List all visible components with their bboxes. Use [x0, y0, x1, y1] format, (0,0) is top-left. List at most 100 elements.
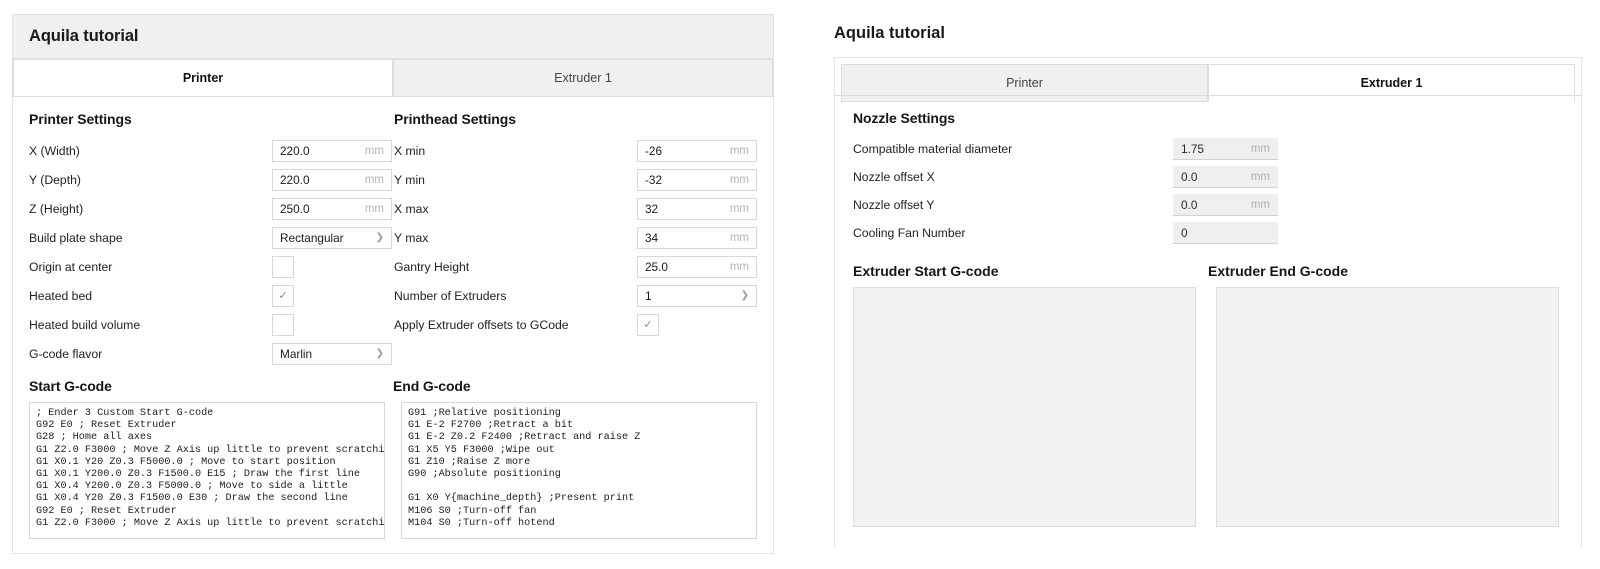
printer-settings-panel-right: Aquila tutorial Printer Extruder 1 Nozzl… [816, 12, 1586, 558]
select-build-plate-shape-value: Rectangular [280, 230, 344, 245]
printhead-settings-column: Printhead Settings X min -26 mm Y min -3… [394, 111, 757, 368]
row-origin-at-center: Origin at center [29, 252, 392, 281]
label-gcode-flavor: G-code flavor [29, 346, 103, 361]
label-compatible-material-diameter: Compatible material diameter [853, 142, 1013, 156]
input-cooling-fan-number[interactable]: 0 [1173, 222, 1278, 244]
page-title: Aquila tutorial [29, 27, 139, 45]
row-x-min: X min -26 mm [394, 136, 757, 165]
row-y-max: Y max 34 mm [394, 223, 757, 252]
tab-printer-label: Printer [182, 71, 224, 85]
extruder-end-gcode-heading: Extruder End G-code [1208, 263, 1349, 279]
right-tabbar: Printer Extruder 1 [835, 58, 1581, 102]
input-x-min[interactable]: -26 mm [637, 139, 757, 162]
checkbox-origin-at-center[interactable] [272, 255, 294, 278]
select-number-of-extruders[interactable]: 1 ❯ [637, 284, 757, 307]
heated-bed-control: ✓ [272, 284, 392, 307]
select-number-of-extruders-value: 1 [645, 288, 652, 303]
extruder-start-gcode-textarea[interactable] [853, 287, 1196, 527]
unit-y-max: mm [729, 231, 749, 244]
input-z-height[interactable]: 250.0 mm [272, 197, 392, 220]
unit-nozzle-offset-x: mm [1250, 170, 1270, 183]
printhead-settings-heading: Printhead Settings [394, 111, 516, 127]
right-tab-printer-label: Printer [1006, 76, 1043, 90]
tab-extruder-1-label: Extruder 1 [554, 71, 612, 85]
label-y-min: Y min [394, 172, 425, 187]
input-y-max[interactable]: 34 mm [637, 226, 757, 249]
unit-y-min: mm [729, 173, 749, 186]
right-tab-extruder-1-label: Extruder 1 [1360, 76, 1423, 90]
label-heated-build-volume: Heated build volume [29, 317, 141, 332]
row-gantry-height: Gantry Height 25.0 mm [394, 252, 757, 281]
row-apply-extruder-offsets: Apply Extruder offsets to GCode ✓ [394, 310, 757, 339]
tab-printer[interactable]: Printer [13, 59, 393, 97]
left-panel-header: Aquila tutorial [13, 15, 773, 59]
label-gantry-height: Gantry Height [394, 259, 470, 274]
row-number-of-extruders: Number of Extruders 1 ❯ [394, 281, 757, 310]
input-x-width[interactable]: 220.0 mm [272, 139, 392, 162]
settings-columns: Printer Settings X (Width) 220.0 mm Y (D… [13, 97, 773, 368]
row-y-depth: Y (Depth) 220.0 mm [29, 165, 392, 194]
input-y-min[interactable]: -32 mm [637, 168, 757, 191]
unit-gantry-height: mm [729, 260, 749, 273]
input-y-depth-value: 220.0 [280, 172, 310, 187]
label-origin-at-center: Origin at center [29, 259, 113, 274]
extruder-gcode-headings: Extruder Start G-code Extruder End G-cod… [835, 247, 1581, 279]
extruder-end-gcode-textarea[interactable] [1216, 287, 1559, 527]
label-cooling-fan-number: Cooling Fan Number [853, 226, 966, 240]
input-x-max-value: 32 [645, 201, 659, 216]
input-nozzle-offset-x-value: 0.0 [1181, 169, 1198, 184]
label-nozzle-offset-x: Nozzle offset X [853, 170, 935, 184]
end-gcode-heading: End G-code [393, 378, 471, 394]
label-heated-bed: Heated bed [29, 288, 93, 303]
input-x-max[interactable]: 32 mm [637, 197, 757, 220]
unit-z-height: mm [364, 202, 384, 215]
select-gcode-flavor[interactable]: Marlin ❯ [272, 342, 392, 365]
select-gcode-flavor-value: Marlin [280, 346, 313, 361]
input-compatible-material-diameter-value: 1.75 [1181, 141, 1204, 156]
input-x-width-value: 220.0 [280, 143, 310, 158]
printer-settings-heading: Printer Settings [29, 111, 132, 127]
right-panel-body: Printer Extruder 1 Nozzle Settings Compa… [834, 57, 1582, 547]
end-gcode-textarea[interactable]: G91 ;Relative positioning G1 E-2 F2700 ;… [401, 402, 757, 539]
nozzle-settings-heading: Nozzle Settings [853, 110, 955, 126]
row-y-min: Y min -32 mm [394, 165, 757, 194]
unit-x-min: mm [729, 144, 749, 157]
input-nozzle-offset-x[interactable]: 0.0 mm [1173, 166, 1278, 188]
input-gantry-height[interactable]: 25.0 mm [637, 255, 757, 278]
left-tabbar: Printer Extruder 1 [13, 59, 773, 97]
app-root: Aquila tutorial Printer Extruder 1 Print… [0, 0, 1600, 569]
checkbox-heated-build-volume[interactable] [272, 313, 294, 336]
chevron-down-icon: ❯ [375, 347, 384, 359]
unit-x-width: mm [364, 144, 384, 157]
unit-y-depth: mm [364, 173, 384, 186]
input-nozzle-offset-y[interactable]: 0.0 mm [1173, 194, 1278, 216]
input-y-depth[interactable]: 220.0 mm [272, 168, 392, 191]
extruder-start-gcode-heading: Extruder Start G-code [853, 263, 999, 279]
checkbox-heated-bed[interactable]: ✓ [272, 284, 294, 307]
nozzle-settings-section: Nozzle Settings Compatible material diam… [835, 96, 1581, 247]
row-x-width: X (Width) 220.0 mm [29, 136, 392, 165]
printer-settings-panel-left: Aquila tutorial Printer Extruder 1 Print… [12, 14, 774, 554]
unit-nozzle-offset-y: mm [1250, 198, 1270, 211]
input-z-height-value: 250.0 [280, 201, 310, 216]
checkbox-apply-extruder-offsets[interactable]: ✓ [637, 313, 659, 336]
input-x-min-value: -26 [645, 143, 663, 158]
right-page-title: Aquila tutorial [834, 24, 945, 42]
right-tab-content: Nozzle Settings Compatible material diam… [835, 95, 1581, 527]
input-cooling-fan-number-value: 0 [1181, 225, 1188, 240]
row-heated-bed: Heated bed ✓ [29, 281, 392, 310]
input-compatible-material-diameter[interactable]: 1.75 mm [1173, 138, 1278, 160]
row-compatible-material-diameter: Compatible material diameter 1.75 mm [853, 135, 1563, 163]
select-build-plate-shape[interactable]: Rectangular ❯ [272, 226, 392, 249]
unit-compatible-material-diameter: mm [1250, 142, 1270, 155]
gcode-textareas: ; Ender 3 Custom Start G-code G92 E0 ; R… [13, 394, 773, 539]
chevron-down-icon: ❯ [375, 231, 384, 243]
row-build-plate-shape: Build plate shape Rectangular ❯ [29, 223, 392, 252]
tab-extruder-1[interactable]: Extruder 1 [393, 59, 773, 97]
input-y-min-value: -32 [645, 172, 663, 187]
input-y-max-value: 34 [645, 230, 659, 245]
row-z-height: Z (Height) 250.0 mm [29, 194, 392, 223]
checkmark-icon: ✓ [643, 319, 653, 331]
start-gcode-textarea[interactable]: ; Ender 3 Custom Start G-code G92 E0 ; R… [29, 402, 385, 539]
unit-x-max: mm [729, 202, 749, 215]
